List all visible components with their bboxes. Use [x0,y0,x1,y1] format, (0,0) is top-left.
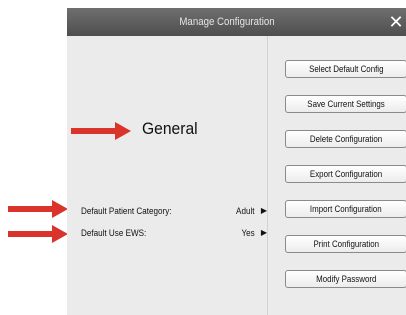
manage-configuration-dialog: Manage Configuration ✕ General Default P… [67,8,406,315]
close-icon[interactable]: ✕ [388,11,404,33]
default-patient-category-value: Adult [236,206,255,216]
button-label: Print Configuration [313,239,379,249]
dialog-title: Manage Configuration [179,16,275,28]
annotation-arrow-icon [71,122,131,140]
button-label: Select Default Config [308,64,384,74]
save-current-settings-button[interactable]: Save Current Settings [285,95,406,113]
default-use-ews-value: Yes [241,228,255,238]
delete-configuration-button[interactable]: Delete Configuration [285,130,406,148]
column-divider [267,36,268,315]
default-use-ews-label: Default Use EWS: [81,228,147,238]
annotation-arrow-icon [8,200,68,218]
button-label: Modify Password [315,274,377,284]
export-configuration-button[interactable]: Export Configuration [285,165,406,183]
button-label: Save Current Settings [307,99,385,109]
button-label: Import Configuration [310,204,382,214]
button-label: Export Configuration [309,169,383,179]
default-use-ews-row[interactable]: Default Use EWS: Yes ▶ [81,226,267,242]
import-configuration-button[interactable]: Import Configuration [285,200,406,218]
select-default-config-button[interactable]: Select Default Config [285,60,406,78]
modify-password-button[interactable]: Modify Password [285,270,406,288]
annotation-arrow-icon [8,225,68,243]
button-label: Delete Configuration [309,134,383,144]
title-bar: Manage Configuration ✕ [67,8,406,36]
default-patient-category-row[interactable]: Default Patient Category: Adult ▶ [81,204,267,220]
default-patient-category-label: Default Patient Category: [81,206,172,216]
section-title-general: General [142,119,198,138]
print-configuration-button[interactable]: Print Configuration [285,235,406,253]
